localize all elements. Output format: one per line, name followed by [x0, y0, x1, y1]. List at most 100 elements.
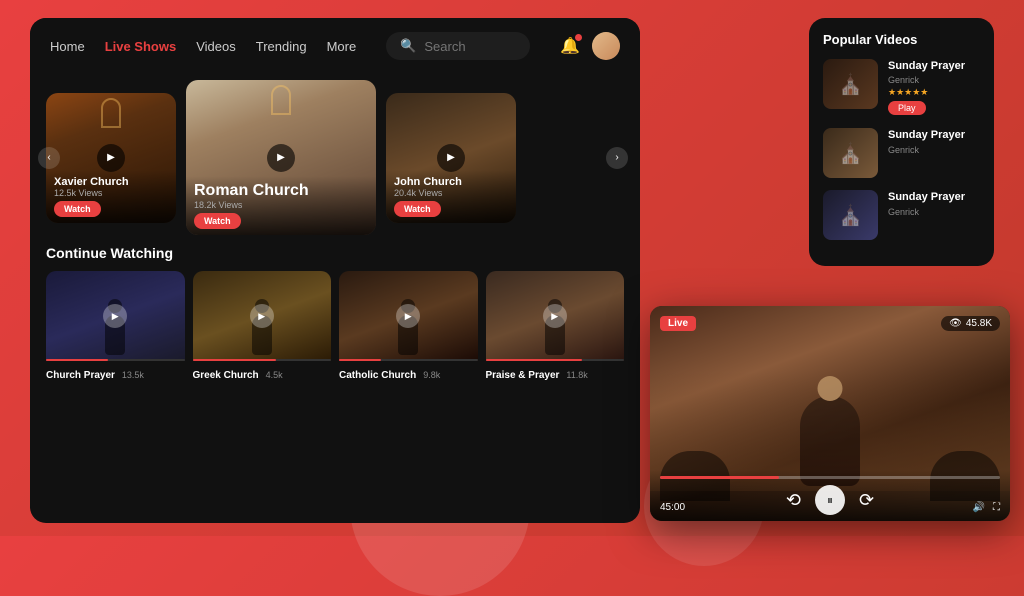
continue-count-4: 11.8k	[564, 370, 588, 380]
card-title: Xavier Church	[54, 176, 168, 188]
popular-item-0[interactable]: ⛪ Sunday Prayer Genrick ★★★★★ Play	[823, 59, 980, 116]
nav-videos[interactable]: Videos	[196, 39, 236, 54]
nav-more[interactable]: More	[327, 39, 357, 54]
card-views: 12.5k Views	[54, 188, 168, 198]
popular-channel-0: Genrick	[888, 75, 980, 85]
player-video-area: Live 👁 45.8K ⟲ ⏸ ⟳ 45:00 🔊 ⛶	[650, 306, 1010, 521]
notification-dot	[575, 34, 582, 41]
forward-button[interactable]: ⟳	[859, 490, 874, 511]
card-views-john: 20.4k Views	[394, 188, 508, 198]
continue-info-2: Catholic Church 9.8k	[339, 361, 478, 387]
player-progress	[660, 476, 779, 479]
live-badge: Live	[660, 316, 696, 331]
continue-cards: ▶ Church Prayer 13.5k	[46, 271, 624, 387]
popular-video-title-2: Sunday Prayer	[888, 190, 980, 204]
nav-trending[interactable]: Trending	[256, 39, 307, 54]
progress-fill-2	[193, 359, 276, 361]
progress-track	[46, 359, 185, 361]
player-time: 45:00	[660, 502, 685, 513]
popular-thumb-2: ⛪	[823, 190, 878, 240]
progress-track-4	[486, 359, 625, 361]
card-info-xavier: Xavier Church 12.5k Views Watch	[46, 170, 176, 223]
video-player: Live 👁 45.8K ⟲ ⏸ ⟳ 45:00 🔊 ⛶	[650, 306, 1010, 521]
progress-fill-3	[339, 359, 381, 361]
progress-fill-4	[486, 359, 583, 361]
card-title-roman: Roman Church	[194, 182, 368, 200]
continue-card-1[interactable]: ▶ Greek Church 4.5k	[193, 271, 332, 387]
views-badge: 👁 45.8K	[941, 316, 1000, 331]
hero-card-john[interactable]: ▶ John Church 20.4k Views Watch	[386, 93, 516, 223]
progress-fill	[46, 359, 108, 361]
rewind-button[interactable]: ⟲	[786, 490, 801, 511]
avatar[interactable]	[592, 32, 620, 60]
continue-info-1: Greek Church 4.5k	[193, 361, 332, 387]
continue-play-icon-3[interactable]: ▶	[396, 304, 420, 328]
star-rating-0: ★★★★★	[888, 87, 980, 98]
priest-head	[818, 376, 843, 401]
progress-track-2	[193, 359, 332, 361]
card-info-roman: Roman Church 18.2k Views Watch	[186, 176, 376, 235]
volume-icon[interactable]: 🔊	[973, 502, 985, 513]
hero-section: ‹ ▶ Xavier Church 12.5k Views Watch ▶	[30, 80, 640, 235]
popular-channel-2: Genrick	[888, 207, 980, 217]
continue-play-icon-2[interactable]: ▶	[250, 304, 274, 328]
stained-window	[101, 98, 121, 128]
nav-live-shows[interactable]: Live Shows	[105, 39, 177, 54]
popular-video-title-1: Sunday Prayer	[888, 128, 980, 142]
continue-count-3: 9.8k	[421, 370, 441, 380]
next-button[interactable]: ›	[606, 147, 628, 169]
avatar-image	[592, 32, 620, 60]
continue-play-icon-4[interactable]: ▶	[543, 304, 567, 328]
hero-card-xavier[interactable]: ▶ Xavier Church 12.5k Views Watch	[46, 93, 176, 223]
prev-button[interactable]: ‹	[38, 147, 60, 169]
app-window: Home Live Shows Videos Trending More 🔍 🔔…	[30, 18, 640, 523]
continue-info-0: Church Prayer 13.5k	[46, 361, 185, 387]
player-extra-controls: 🔊 ⛶	[973, 502, 1000, 513]
hero-card-roman[interactable]: ▶ Roman Church 18.2k Views Watch	[186, 80, 376, 235]
player-controls: ⟲ ⏸ ⟳ 45:00 🔊 ⛶	[650, 470, 1010, 521]
card-views-roman: 18.2k Views	[194, 200, 368, 210]
search-input[interactable]	[424, 39, 516, 54]
watch-button[interactable]: Watch	[54, 201, 101, 217]
continue-play-icon[interactable]: ▶	[103, 304, 127, 328]
popular-videos-panel: Popular Videos ⛪ Sunday Prayer Genrick ★…	[809, 18, 994, 266]
progress-track-3	[339, 359, 478, 361]
play-icon[interactable]: ▶	[97, 144, 125, 172]
popular-thumb-1: ⛪	[823, 128, 878, 178]
card-info-john: John Church 20.4k Views Watch	[386, 170, 516, 223]
player-timeline[interactable]	[660, 476, 1000, 479]
continue-count: 13.5k	[119, 370, 144, 380]
continue-card-0[interactable]: ▶ Church Prayer 13.5k	[46, 271, 185, 387]
views-count: 45.8K	[966, 318, 992, 329]
popular-thumb-0: ⛪	[823, 59, 878, 109]
search-icon: 🔍	[400, 38, 416, 54]
continue-title-3: Catholic Church	[339, 370, 416, 381]
continue-watching-section: Continue Watching ▶	[30, 235, 640, 387]
popular-item-1[interactable]: ⛪ Sunday Prayer Genrick	[823, 128, 980, 178]
stained-window-2	[271, 85, 291, 115]
popular-info-0: Sunday Prayer Genrick ★★★★★ Play	[888, 59, 980, 116]
continue-title: Church Prayer	[46, 370, 115, 381]
play-icon-2[interactable]: ▶	[267, 144, 295, 172]
continue-card-3[interactable]: ▶ Praise & Prayer 11.8k	[486, 271, 625, 387]
player-buttons: ⟲ ⏸ ⟳	[660, 485, 1000, 515]
continue-title-4: Praise & Prayer	[486, 370, 560, 381]
continue-info-3: Praise & Prayer 11.8k	[486, 361, 625, 387]
play-icon-3[interactable]: ▶	[437, 144, 465, 172]
watch-button-john[interactable]: Watch	[394, 201, 441, 217]
nav-home[interactable]: Home	[50, 39, 85, 54]
hero-carousel: ‹ ▶ Xavier Church 12.5k Views Watch ▶	[46, 80, 624, 235]
popular-play-button-0[interactable]: Play	[888, 101, 926, 115]
watch-button-roman[interactable]: Watch	[194, 213, 241, 229]
eye-icon: 👁	[949, 318, 962, 329]
search-bar[interactable]: 🔍	[386, 32, 530, 60]
bell-icon[interactable]: 🔔	[560, 36, 580, 56]
navbar: Home Live Shows Videos Trending More 🔍 🔔	[30, 18, 640, 74]
continue-card-2[interactable]: ▶ Catholic Church 9.8k	[339, 271, 478, 387]
nav-icons: 🔔	[560, 32, 620, 60]
continue-count-2: 4.5k	[263, 370, 283, 380]
fullscreen-icon[interactable]: ⛶	[993, 502, 1000, 513]
continue-title-2: Greek Church	[193, 370, 259, 381]
popular-item-2[interactable]: ⛪ Sunday Prayer Genrick	[823, 190, 980, 240]
pause-button[interactable]: ⏸	[815, 485, 845, 515]
